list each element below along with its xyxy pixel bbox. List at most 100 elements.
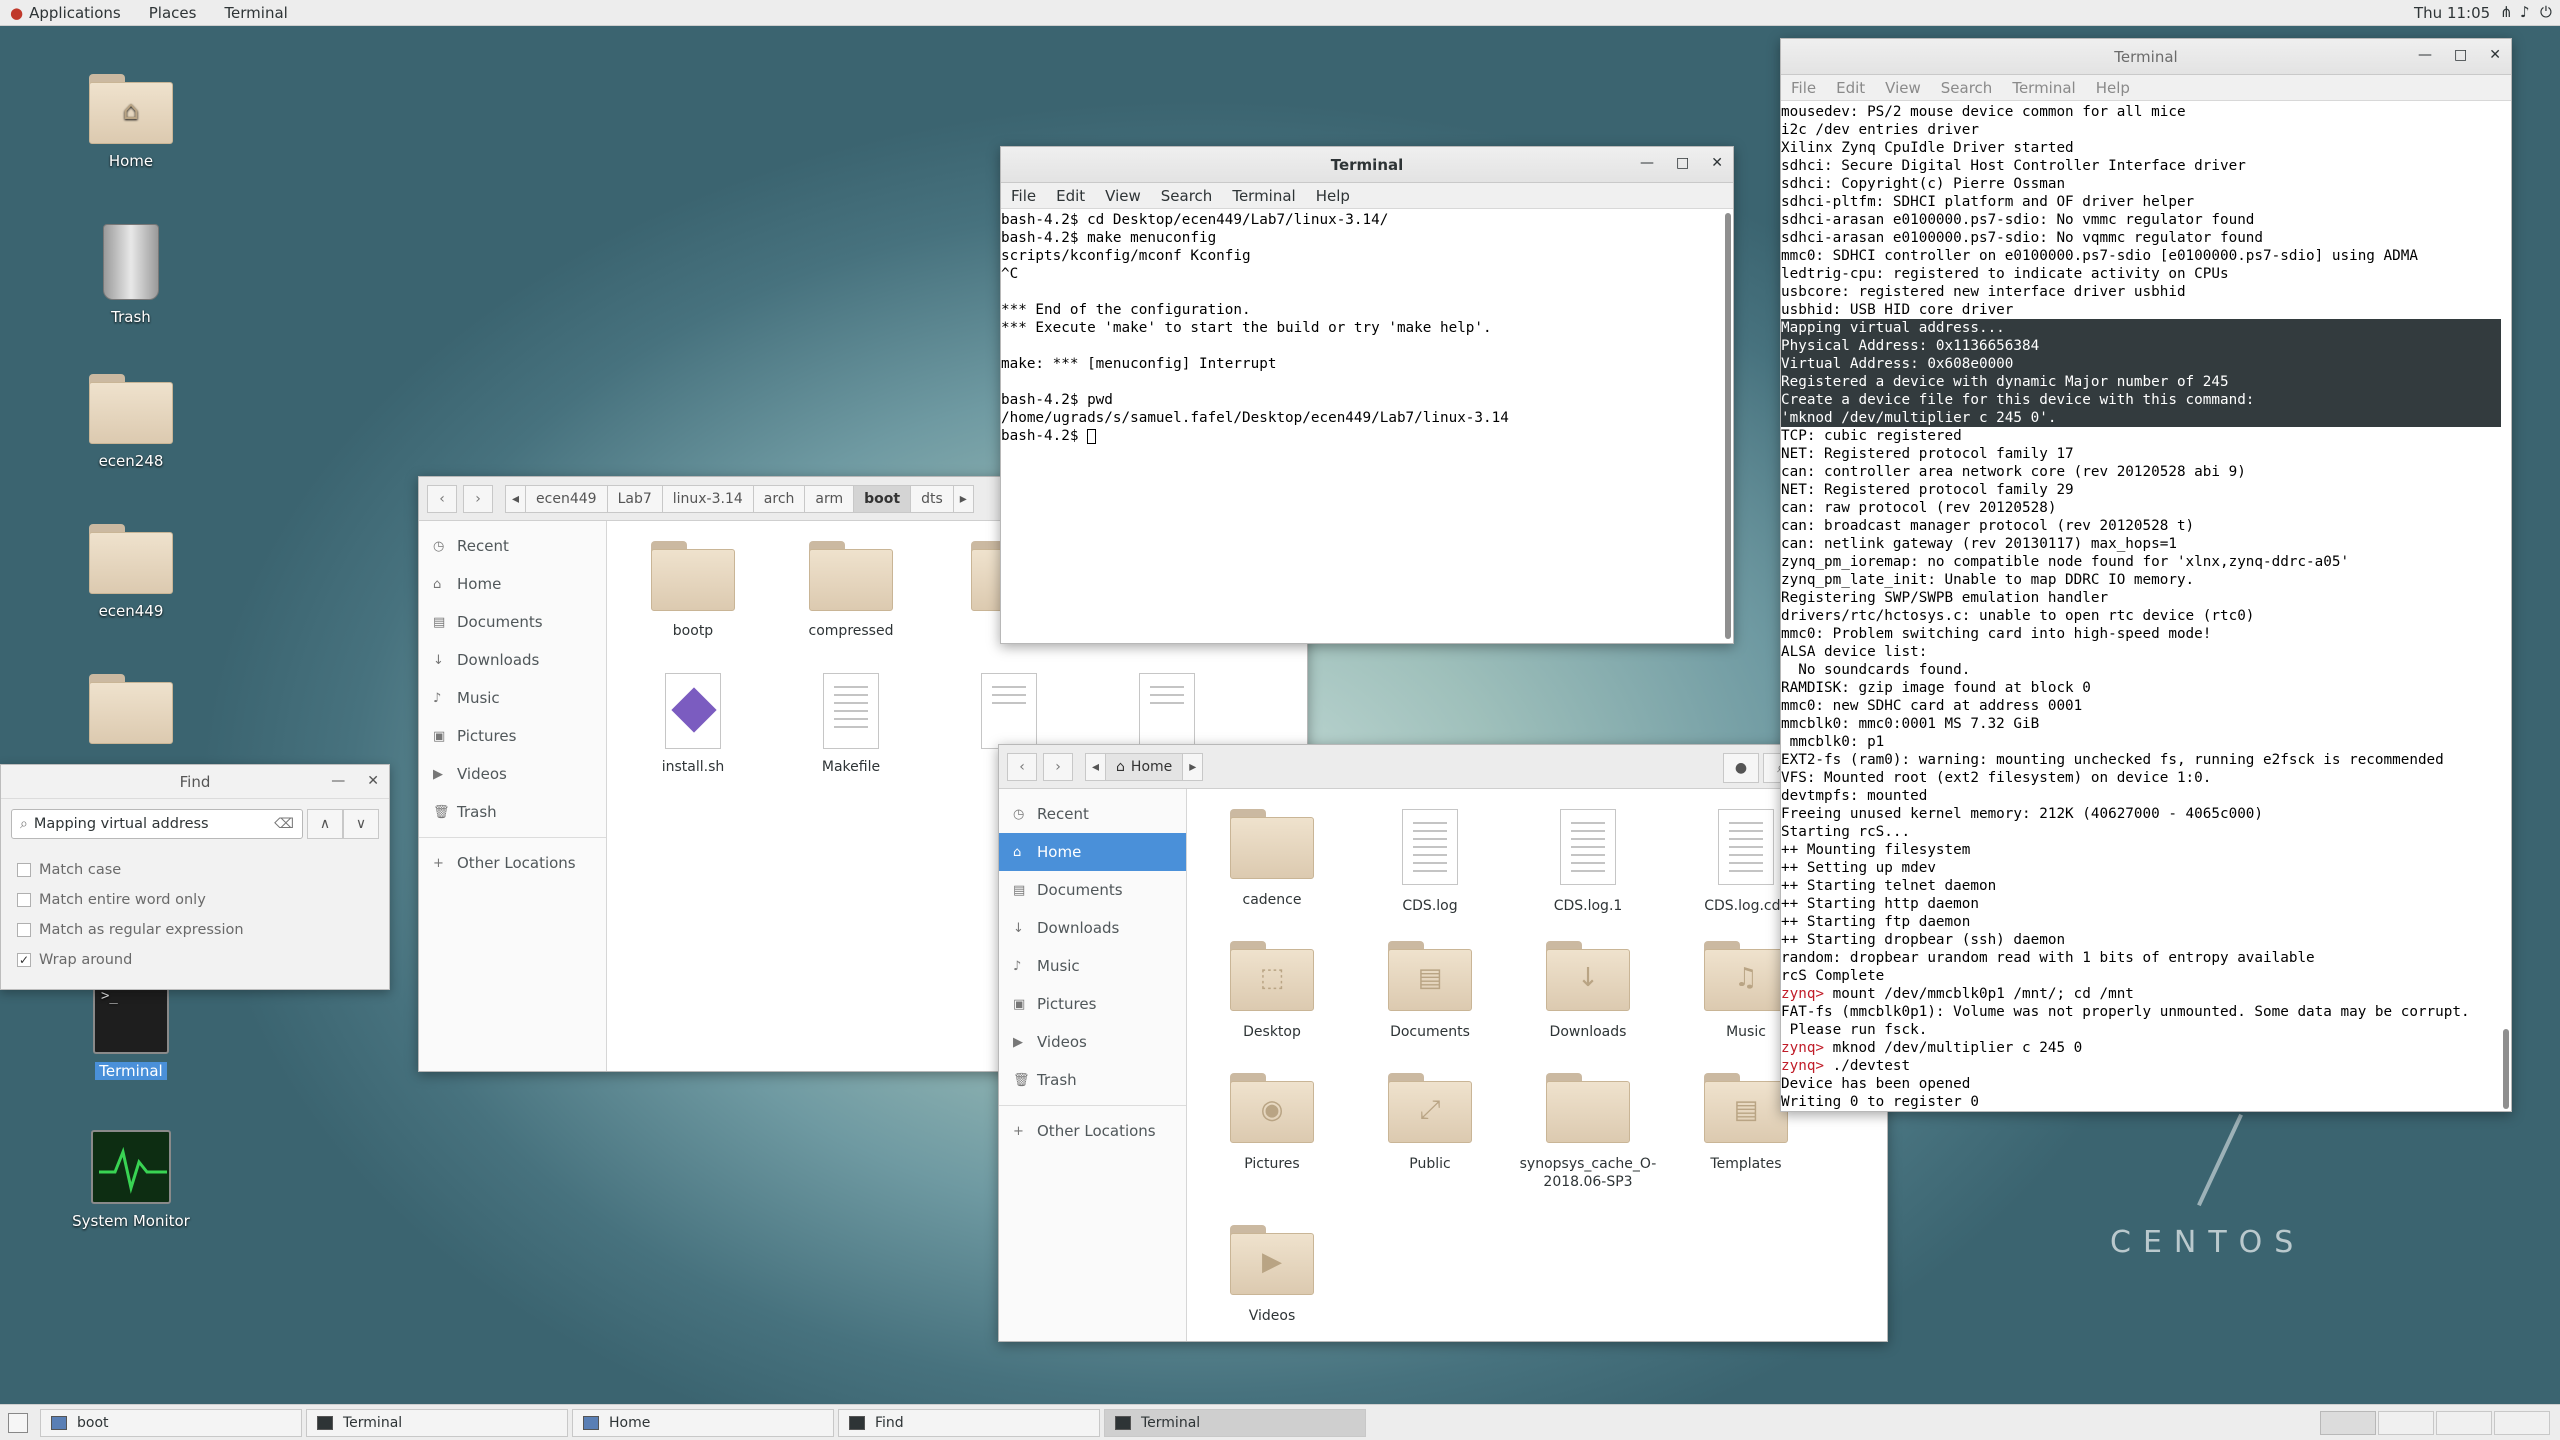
maximize-icon[interactable]: □ [1676, 155, 1689, 171]
desktop-icon-system-monitor[interactable]: System Monitor [51, 1130, 211, 1230]
clock[interactable]: Thu 11:05 [2414, 4, 2490, 22]
menu-search[interactable]: Search [1941, 79, 1993, 97]
match-whole-word-checkbox[interactable]: Match entire word only [1, 885, 389, 915]
crumb-dts[interactable]: dts [910, 484, 954, 513]
match-case-checkbox[interactable]: Match case [1, 855, 389, 885]
menu-help[interactable]: Help [2096, 79, 2130, 97]
scrollbar[interactable] [1725, 213, 1731, 639]
find-previous-button[interactable]: ∧ [307, 809, 343, 839]
scrollbar[interactable] [2503, 1029, 2509, 1109]
power-icon[interactable]: ⏻ [2540, 3, 2552, 21]
terminal-output[interactable]: mousedev: PS/2 mouse device common for a… [1781, 103, 2501, 1111]
file-item-compressed[interactable]: compressed [776, 541, 926, 639]
minimize-icon[interactable]: — [2418, 47, 2432, 63]
menu-view[interactable]: View [1105, 187, 1141, 205]
crumb-home[interactable]: ⌂ Home [1105, 752, 1184, 781]
crumb-scroll-left[interactable]: ◂ [1085, 752, 1107, 781]
text-file-icon[interactable] [981, 673, 1037, 749]
sidebar-item-recent[interactable]: ◷ Recent [999, 795, 1186, 833]
find-dialog[interactable]: Find — ✕ ⌕ Mapping virtual address ⌫ ∧ ∨ … [0, 764, 390, 990]
file-item[interactable]: ↓ Downloads [1513, 941, 1663, 1041]
workspace-1[interactable] [2320, 1411, 2376, 1435]
sidebar-item-pictures[interactable]: ▣ Pictures [419, 717, 606, 755]
taskbar-item-boot[interactable]: boot [40, 1409, 302, 1437]
workspace-2[interactable] [2378, 1411, 2434, 1435]
forward-button[interactable]: › [463, 484, 493, 513]
sidebar-item-trash[interactable]: 🗑 Trash [419, 793, 606, 831]
file-item-install-sh[interactable]: install.sh [618, 673, 768, 775]
file-item[interactable]: cadence [1197, 809, 1347, 909]
desktop-icon-ecen449[interactable]: ecen449 [51, 524, 211, 620]
sidebar-item-other-locations[interactable]: + Other Locations [999, 1112, 1186, 1150]
menu-file[interactable]: File [1011, 187, 1036, 205]
close-icon[interactable]: ✕ [367, 773, 379, 789]
crumb-arm[interactable]: arm [804, 484, 855, 513]
close-icon[interactable]: ✕ [2489, 47, 2501, 63]
taskbar-item-home[interactable]: Home [572, 1409, 834, 1437]
desktop-icon-terminal[interactable]: >_ Terminal [51, 982, 211, 1080]
applications-menu[interactable]: Applications [29, 4, 121, 22]
workspace-4[interactable] [2494, 1411, 2550, 1435]
terminal-window-right[interactable]: Terminal — □ ✕ File Edit View Search Termi… [1780, 38, 2512, 1112]
sidebar-item-music[interactable]: ♪ Music [999, 947, 1186, 985]
file-item-folder-partial[interactable] [971, 541, 1055, 611]
file-item[interactable]: ◉ Pictures [1197, 1073, 1347, 1173]
terminal-window-center[interactable]: Terminal — □ ✕ File Edit View Search Termi… [1000, 146, 1734, 644]
sidebar-item-trash[interactable]: 🗑 Trash [999, 1061, 1186, 1099]
text-file-icon[interactable] [1139, 673, 1195, 749]
show-desktop-icon[interactable] [8, 1413, 28, 1433]
desktop-icon-home[interactable]: ⌂ Home [51, 74, 211, 170]
find-next-button[interactable]: ∨ [343, 809, 379, 839]
files-window-home[interactable]: ‹ › ◂ ⌂Home ▸ ● ⌕ ☷ ≡ ◷Recent ⌂Home ▤Doc… [998, 744, 1888, 1342]
menu-search[interactable]: Search [1161, 187, 1213, 205]
minimize-icon[interactable]: — [331, 773, 345, 789]
terminal-app-menu[interactable]: Terminal [224, 4, 287, 22]
match-regex-checkbox[interactable]: Match as regular expression [1, 915, 389, 945]
menu-terminal[interactable]: Terminal [1232, 187, 1295, 205]
file-item[interactable]: synopsys_cache_O-2018.06-SP3 [1513, 1073, 1663, 1191]
crumb-lab7[interactable]: Lab7 [606, 484, 663, 513]
menu-help[interactable]: Help [1316, 187, 1350, 205]
sidebar-item-recent[interactable]: ◷ Recent [419, 527, 606, 565]
sidebar-item-home[interactable]: ⌂ Home [999, 833, 1186, 871]
volume-icon[interactable]: ♪ [2520, 3, 2530, 21]
crumb-scroll-right[interactable]: ▸ [952, 484, 974, 513]
maximize-icon[interactable]: □ [2454, 47, 2467, 63]
sidebar-item-videos[interactable]: ▶ Videos [419, 755, 606, 793]
clear-icon[interactable]: ⌫ [274, 816, 294, 832]
file-item[interactable]: ▶ Videos [1197, 1225, 1347, 1325]
taskbar-item-find[interactable]: Find [838, 1409, 1100, 1437]
crumb-scroll-right[interactable]: ▸ [1182, 752, 1204, 781]
menu-edit[interactable]: Edit [1056, 187, 1085, 205]
sidebar-item-documents[interactable]: ▤ Documents [419, 603, 606, 641]
titlebar[interactable]: Terminal — □ ✕ [1001, 147, 1733, 183]
file-item[interactable]: CDS.log [1355, 809, 1505, 915]
file-item-makefile[interactable]: Makefile [776, 673, 926, 775]
file-item[interactable]: ⤢ Public [1355, 1073, 1505, 1173]
sidebar-item-downloads[interactable]: ↓ Downloads [419, 641, 606, 679]
wrap-around-checkbox[interactable]: ✓ Wrap around [1, 945, 389, 975]
sidebar-item-home[interactable]: ⌂ Home [419, 565, 606, 603]
places-menu[interactable]: Places [149, 4, 197, 22]
taskbar-item-terminal-2[interactable]: Terminal [1104, 1409, 1366, 1437]
minimize-icon[interactable]: — [1640, 155, 1654, 171]
file-item[interactable]: CDS.log.1 [1513, 809, 1663, 915]
back-button[interactable]: ‹ [427, 484, 457, 513]
sidebar-item-documents[interactable]: ▤ Documents [999, 871, 1186, 909]
sidebar-item-downloads[interactable]: ↓ Downloads [999, 909, 1186, 947]
file-item[interactable]: ⬚ Desktop [1197, 941, 1347, 1041]
menu-terminal[interactable]: Terminal [2012, 79, 2075, 97]
desktop-icon-ecen248[interactable]: ecen248 [51, 374, 211, 470]
sidebar-item-pictures[interactable]: ▣ Pictures [999, 985, 1186, 1023]
forward-button[interactable]: › [1043, 752, 1073, 781]
desktop-icon-trash[interactable]: Trash [51, 224, 211, 326]
desktop-icon-folder[interactable] [51, 674, 211, 744]
file-item[interactable]: ▤ Documents [1355, 941, 1505, 1041]
titlebar[interactable]: Terminal — □ ✕ [1781, 39, 2511, 75]
crumb-boot[interactable]: boot [853, 484, 912, 513]
workspace-3[interactable] [2436, 1411, 2492, 1435]
network-icon[interactable]: ⋔ [2500, 3, 2513, 21]
record-button[interactable]: ● [1723, 753, 1759, 783]
crumb-ecen449[interactable]: ecen449 [525, 484, 608, 513]
taskbar-item-terminal-1[interactable]: Terminal [306, 1409, 568, 1437]
